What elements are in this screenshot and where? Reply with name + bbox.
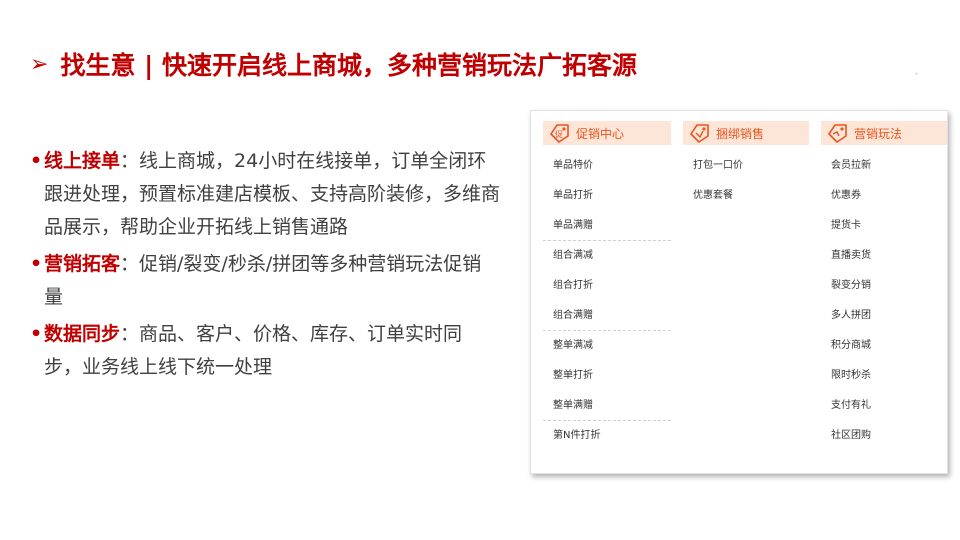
column-header-label: 促销中心 xyxy=(576,126,625,141)
menu-item[interactable]: 会员拉新 xyxy=(821,151,947,181)
promo-center-list: 单品特价 单品打折 单品满赠 组合满减 组合打折 组合满赠 整单满减 整单打折 … xyxy=(543,151,671,451)
menu-item[interactable]: 多人拼团 xyxy=(821,301,947,331)
feature-list: • 线上接单：线上商城，24小时在线接单，订单全闭环跟进处理，预置标准建店模板、… xyxy=(30,145,500,388)
promo-tag-icon: 促 xyxy=(549,123,571,143)
column-header-label: 捆绑销售 xyxy=(716,126,765,141)
feature-online-orders: • 线上接单：线上商城，24小时在线接单，订单全闭环跟进处理，预置标准建店模板、… xyxy=(30,145,500,244)
menu-item[interactable]: 整单满赠 xyxy=(543,391,671,421)
slide-title-text: 找生意 | 快速开启线上商城，多种营销玩法广拓客源 xyxy=(60,51,637,80)
menu-item[interactable]: 优惠券 xyxy=(821,181,947,211)
feature-label: 线上接单 xyxy=(44,150,121,172)
menu-item[interactable]: 组合打折 xyxy=(543,271,671,301)
bundle-tag-icon xyxy=(689,123,711,143)
menu-item[interactable]: 单品特价 xyxy=(543,151,671,181)
marketing-menu-panel: 促 促销中心 单品特价 单品打折 单品满赠 组合满减 组合打折 组合满赠 整单满… xyxy=(530,110,948,474)
feature-marketing: • 营销拓客：促销/裂变/秒杀/拼团等多种营销玩法促销量 xyxy=(30,248,500,314)
promo-center-column: 促 促销中心 单品特价 单品打折 单品满赠 组合满减 组合打折 组合满赠 整单满… xyxy=(543,121,671,451)
feature-separator: ： xyxy=(120,253,140,275)
slide-title: ➢ 找生意 | 快速开启线上商城，多种营销玩法广拓客源 xyxy=(30,44,637,84)
bundle-sales-column: 捆绑销售 打包一口价 优惠套餐 xyxy=(683,121,809,211)
column-header-label: 营销玩法 xyxy=(854,126,903,141)
feature-label: 营销拓客 xyxy=(44,253,121,275)
menu-item[interactable]: 组合满减 xyxy=(543,241,671,271)
menu-item[interactable]: 单品满赠 xyxy=(543,211,671,241)
marketing-play-column: 营销玩法 会员拉新 优惠券 提货卡 直播卖货 裂变分销 多人拼团 积分商城 限时… xyxy=(821,121,947,451)
menu-item[interactable]: 组合满赠 xyxy=(543,301,671,331)
menu-item[interactable]: 整单打折 xyxy=(543,361,671,391)
bullet-dot-icon: • xyxy=(30,323,43,345)
menu-item[interactable]: 单品打折 xyxy=(543,181,671,211)
feature-data-sync: • 数据同步：商品、客户、价格、库存、订单实时同步，业务线上线下统一处理 xyxy=(30,318,500,384)
corner-mark: 、 xyxy=(915,67,923,76)
bullet-dot-icon: • xyxy=(30,150,43,172)
column-header-promo-center[interactable]: 促 促销中心 xyxy=(543,121,671,145)
arrow-bullet-icon: ➢ xyxy=(30,51,49,77)
menu-item[interactable]: 积分商城 xyxy=(821,331,947,361)
menu-item[interactable]: 优惠套餐 xyxy=(683,181,809,211)
menu-item[interactable]: 裂变分销 xyxy=(821,271,947,301)
column-header-bundle-sales[interactable]: 捆绑销售 xyxy=(683,121,809,145)
feature-separator: ： xyxy=(120,150,140,172)
feature-separator: ： xyxy=(120,323,140,345)
column-header-marketing-play[interactable]: 营销玩法 xyxy=(821,121,947,145)
menu-item[interactable]: 社区团购 xyxy=(821,421,947,451)
menu-item[interactable]: 支付有礼 xyxy=(821,391,947,421)
menu-item[interactable]: 提货卡 xyxy=(821,211,947,241)
svg-text:促: 促 xyxy=(555,129,563,139)
menu-item[interactable]: 直播卖货 xyxy=(821,241,947,271)
menu-item[interactable]: 第N件打折 xyxy=(543,421,671,451)
feature-label: 数据同步 xyxy=(44,323,121,345)
marketing-play-list: 会员拉新 优惠券 提货卡 直播卖货 裂变分销 多人拼团 积分商城 限时秒杀 支付… xyxy=(821,151,947,451)
menu-item[interactable]: 整单满减 xyxy=(543,331,671,361)
marketing-tag-icon xyxy=(827,123,849,143)
bundle-sales-list: 打包一口价 优惠套餐 xyxy=(683,151,809,211)
menu-item[interactable]: 限时秒杀 xyxy=(821,361,947,391)
bullet-dot-icon: • xyxy=(30,253,43,275)
menu-item[interactable]: 打包一口价 xyxy=(683,151,809,181)
